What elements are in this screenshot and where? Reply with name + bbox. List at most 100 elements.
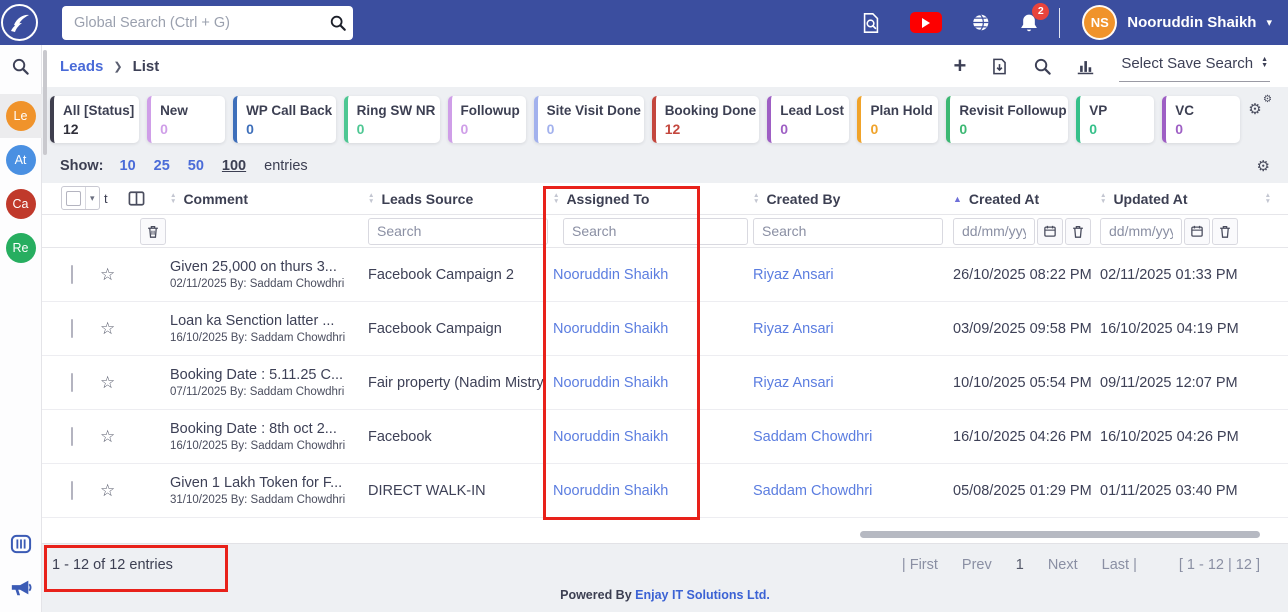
sort-ascending-icon: ▲ (953, 193, 962, 204)
row-checkbox[interactable] (71, 480, 73, 500)
search-leads-icon[interactable] (1033, 57, 1052, 76)
sidebar-item-attendance[interactable]: At (0, 138, 42, 182)
notifications-bell[interactable]: 2 (1019, 2, 1050, 34)
show-option-100[interactable]: 100 (222, 158, 246, 174)
row-checkbox[interactable] (71, 264, 73, 284)
status-tab-label: VC (1175, 103, 1195, 118)
star-icon[interactable]: ☆ (100, 427, 115, 446)
created-by-link[interactable]: Riyaz Ansari (703, 267, 953, 283)
table-row[interactable]: ☆ Loan ka Senction latter ... 16/10/2025… (42, 302, 1288, 356)
filter-leads-source-input[interactable] (368, 217, 548, 245)
main-content: Leads ❯ List + Select Save Search ▲ ▼ Al… (42, 45, 1288, 612)
clear-filters-trash-button[interactable] (140, 217, 166, 245)
status-tab-plan-hold[interactable]: Plan Hold 0 (857, 96, 939, 143)
select-menu-caret-icon[interactable]: ▾ (85, 187, 99, 210)
updated-at-calendar-button[interactable] (1184, 217, 1210, 245)
table-row[interactable]: ☆ Given 1 Lakh Token for F... 31/10/2025… (42, 464, 1288, 518)
status-tab-ring-sw-nr[interactable]: Ring SW NR 0 (343, 96, 440, 143)
breadcrumb-leads[interactable]: Leads (60, 58, 103, 75)
dialpad-icon[interactable] (10, 534, 32, 554)
sidebar-search-icon[interactable] (11, 57, 30, 76)
column-header-updated-at[interactable]: ▲ ▼ Updated At (1100, 191, 1245, 207)
table-settings-gear-icon[interactable]: ⚙ (1257, 157, 1270, 175)
assigned-to-link[interactable]: Nooruddin Shaikh (553, 429, 703, 445)
row-checkbox[interactable] (71, 318, 73, 338)
status-tab-new[interactable]: New 0 (147, 96, 226, 143)
filter-created-at-date-input[interactable] (953, 217, 1035, 245)
show-option-50[interactable]: 50 (188, 158, 204, 174)
megaphone-icon[interactable] (9, 576, 33, 598)
powered-by-link[interactable]: Enjay IT Solutions Ltd. (635, 588, 770, 602)
table-row[interactable]: ☆ Booking Date : 8th oct 2... 16/10/2025… (42, 410, 1288, 464)
column-header-leads-source[interactable]: ▲ ▼ Leads Source (368, 191, 553, 207)
status-tab-site-visit-done[interactable]: Site Visit Done 0 (533, 96, 644, 143)
sidebar-item-calls[interactable]: Ca (0, 182, 42, 226)
status-tab-followup[interactable]: Followup 0 (447, 96, 526, 143)
sort-icon: ▲ ▼ (1100, 192, 1107, 205)
pagination-current-page[interactable]: 1 (1016, 557, 1024, 573)
updated-at-clear-button[interactable] (1212, 217, 1238, 245)
table-row[interactable]: ☆ Given 25,000 on thurs 3... 02/11/2025 … (42, 248, 1288, 302)
status-tab-booking-done[interactable]: Booking Done 12 (651, 96, 760, 143)
horizontal-scrollbar[interactable] (860, 531, 1260, 538)
youtube-icon[interactable] (910, 12, 943, 33)
assigned-to-link[interactable]: Nooruddin Shaikh (553, 483, 703, 499)
created-by-link[interactable]: Saddam Chowdhri (703, 429, 953, 445)
leads-source-cell: DIRECT WALK-IN (368, 482, 486, 499)
status-tab-vp[interactable]: VP 0 (1076, 96, 1155, 143)
filter-assigned-to-input[interactable] (563, 217, 748, 245)
star-icon[interactable]: ☆ (100, 373, 115, 392)
status-tab-lead-lost[interactable]: Lead Lost 0 (767, 96, 850, 143)
status-tab-wp-call-back[interactable]: WP Call Back 0 (233, 96, 336, 143)
assigned-to-link[interactable]: Nooruddin Shaikh (553, 267, 703, 283)
pagination-next[interactable]: Next (1048, 557, 1078, 573)
global-search-input[interactable] (74, 14, 329, 31)
add-lead-button[interactable]: + (953, 55, 966, 77)
star-icon[interactable]: ☆ (100, 319, 115, 338)
star-icon[interactable]: ☆ (100, 481, 115, 500)
assigned-to-link[interactable]: Nooruddin Shaikh (553, 375, 703, 391)
status-tab-all[interactable]: All [Status] 12 (50, 96, 140, 143)
status-tab-label: New (160, 103, 188, 118)
created-by-link[interactable]: Riyaz Ansari (703, 375, 953, 391)
sidebar-item-leads[interactable]: Le (0, 94, 42, 138)
show-option-10[interactable]: 10 (120, 158, 136, 174)
pagination-last[interactable]: Last | (1102, 557, 1137, 573)
sidebar-item-reports[interactable]: Re (0, 226, 42, 270)
columns-icon[interactable] (128, 191, 145, 206)
select-all-checkbox[interactable] (66, 190, 81, 206)
app-logo-icon[interactable] (1, 4, 38, 41)
filter-created-by-input[interactable] (753, 217, 943, 245)
created-at-clear-button[interactable] (1065, 217, 1091, 245)
vertical-scrollbar[interactable] (43, 50, 47, 155)
chart-icon[interactable] (1076, 58, 1095, 75)
document-search-icon[interactable] (860, 12, 882, 34)
globe-icon[interactable] (970, 12, 991, 33)
pagination-range: [ 1 - 12 | 12 ] (1178, 557, 1260, 573)
show-option-25[interactable]: 25 (154, 158, 170, 174)
assigned-to-link[interactable]: Nooruddin Shaikh (553, 321, 703, 337)
status-tab-revisit-followup[interactable]: Revisit Followup 0 (946, 96, 1069, 143)
column-header-created-by[interactable]: ▲ ▼ Created By (703, 191, 953, 207)
pagination-first[interactable]: | First (902, 557, 938, 573)
created-by-link[interactable]: Riyaz Ansari (703, 321, 953, 337)
user-menu[interactable]: NS Nooruddin Shaikh ▾ (1082, 5, 1272, 40)
search-icon[interactable] (329, 14, 347, 32)
pagination-prev[interactable]: Prev (962, 557, 992, 573)
status-settings-gears-icon[interactable]: ⚙ ⚙ (1248, 94, 1272, 120)
import-icon[interactable] (990, 57, 1009, 76)
column-header-assigned-to[interactable]: ▲ ▼ Assigned To (553, 191, 703, 207)
select-save-search[interactable]: Select Save Search ▲ ▼ (1119, 51, 1270, 82)
created-by-link[interactable]: Saddam Chowdhri (703, 483, 953, 499)
table-row[interactable]: ☆ Booking Date : 5.11.25 C... 07/11/2025… (42, 356, 1288, 410)
row-checkbox[interactable] (71, 426, 73, 446)
column-header-created-at[interactable]: ▲ Created At (953, 191, 1100, 207)
column-header-comment[interactable]: ▲ ▼ Comment (170, 191, 368, 207)
row-checkbox[interactable] (71, 372, 73, 392)
star-icon[interactable]: ☆ (100, 265, 115, 284)
status-tab-count: 0 (460, 121, 469, 137)
trash-icon (148, 225, 158, 238)
filter-updated-at-date-input[interactable] (1100, 217, 1182, 245)
status-tab-vc[interactable]: VC 0 (1162, 96, 1241, 143)
created-at-calendar-button[interactable] (1037, 217, 1063, 245)
